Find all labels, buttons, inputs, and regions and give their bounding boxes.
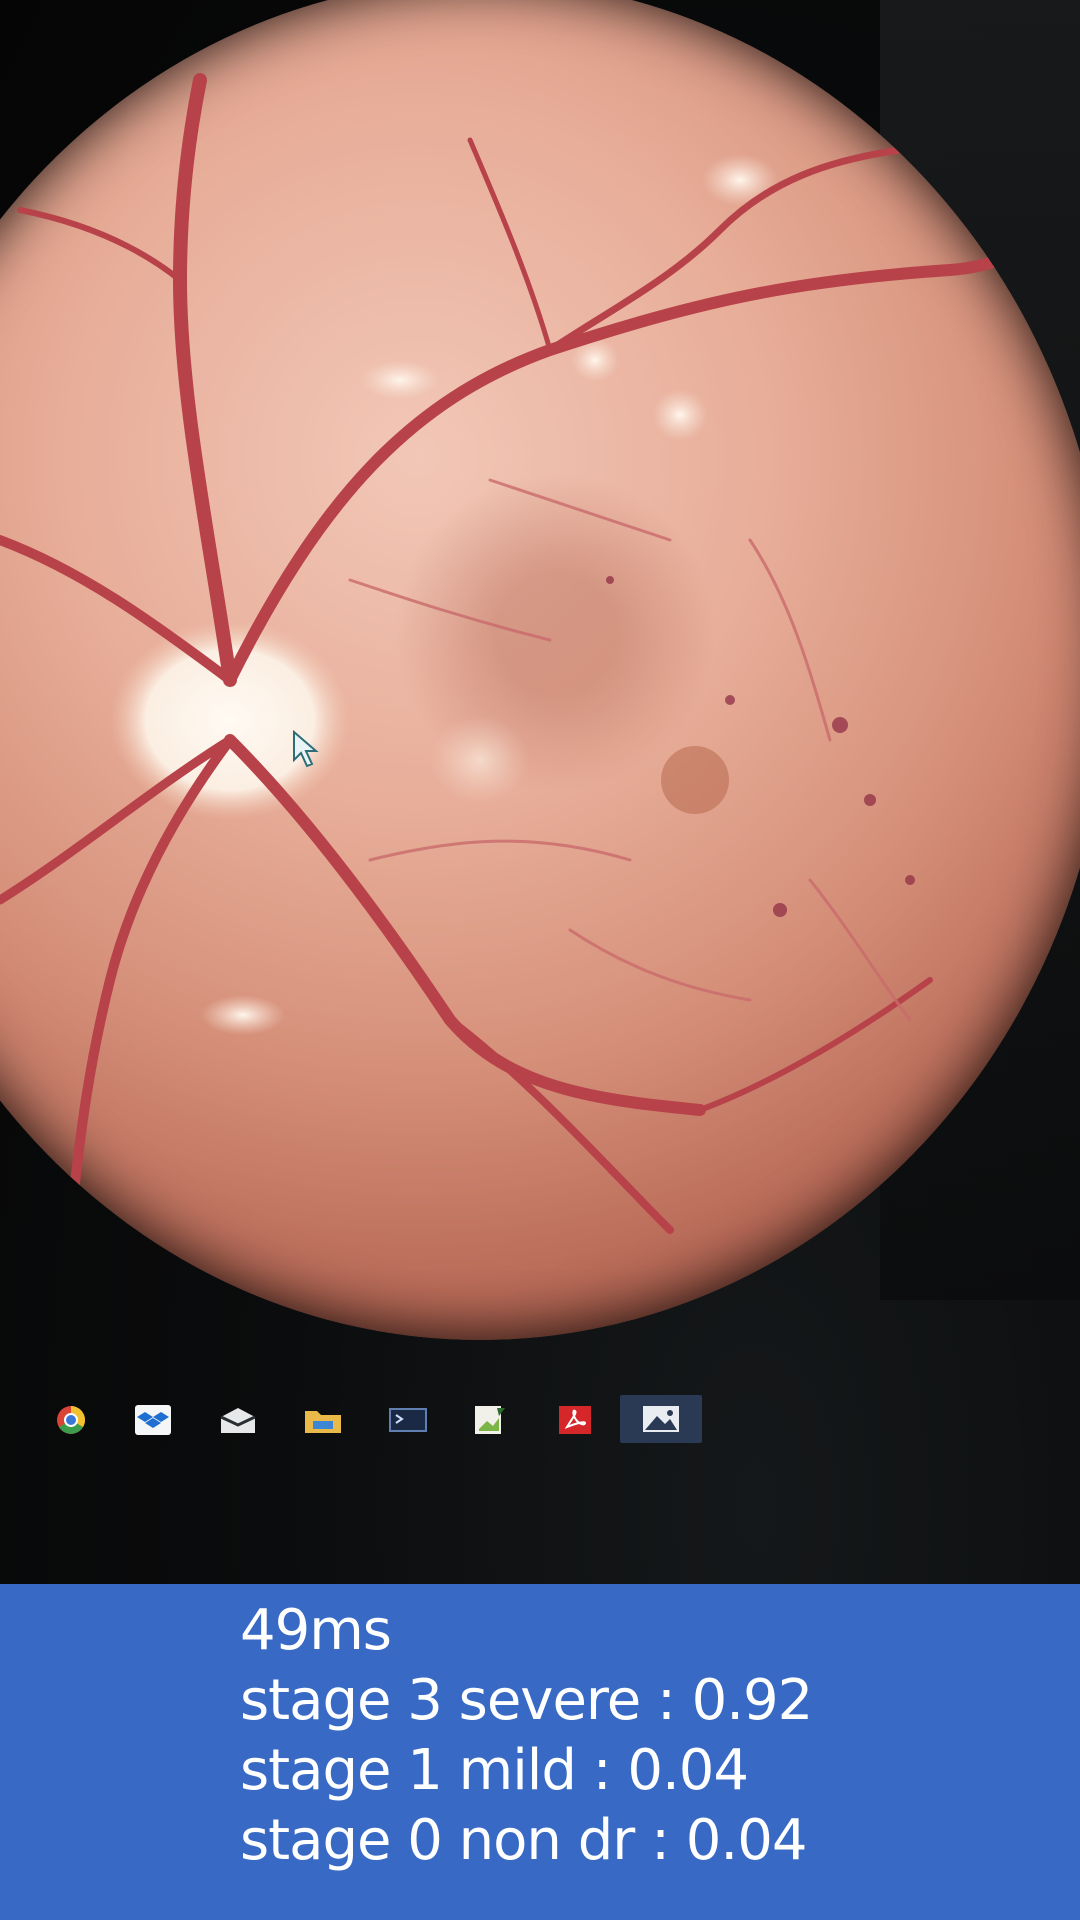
dropbox-icon[interactable] — [130, 1400, 176, 1440]
document-icon[interactable] — [466, 1400, 512, 1440]
terminal-icon[interactable] — [385, 1400, 431, 1440]
retina-vessels — [0, 73, 1080, 1235]
folder-icon[interactable] — [300, 1400, 346, 1440]
acrobat-icon[interactable] — [552, 1400, 598, 1440]
mail-icon[interactable] — [215, 1400, 261, 1440]
desktop-taskbar — [0, 1392, 1080, 1448]
retina-fundus-image — [0, 0, 1080, 1340]
prediction-line: stage 3 severe : 0.92 — [240, 1668, 813, 1733]
chrome-icon[interactable] — [48, 1400, 94, 1440]
prediction-line: stage 0 non dr : 0.04 — [240, 1808, 807, 1873]
mouse-cursor-icon — [293, 730, 319, 768]
camera-preview — [0, 0, 1080, 1584]
prediction-line: stage 1 mild : 0.04 — [240, 1738, 749, 1803]
classification-result-panel: 49ms stage 3 severe : 0.92 stage 1 mild … — [0, 1584, 1080, 1920]
photos-icon[interactable] — [620, 1395, 702, 1443]
inference-latency: 49ms — [240, 1598, 392, 1663]
